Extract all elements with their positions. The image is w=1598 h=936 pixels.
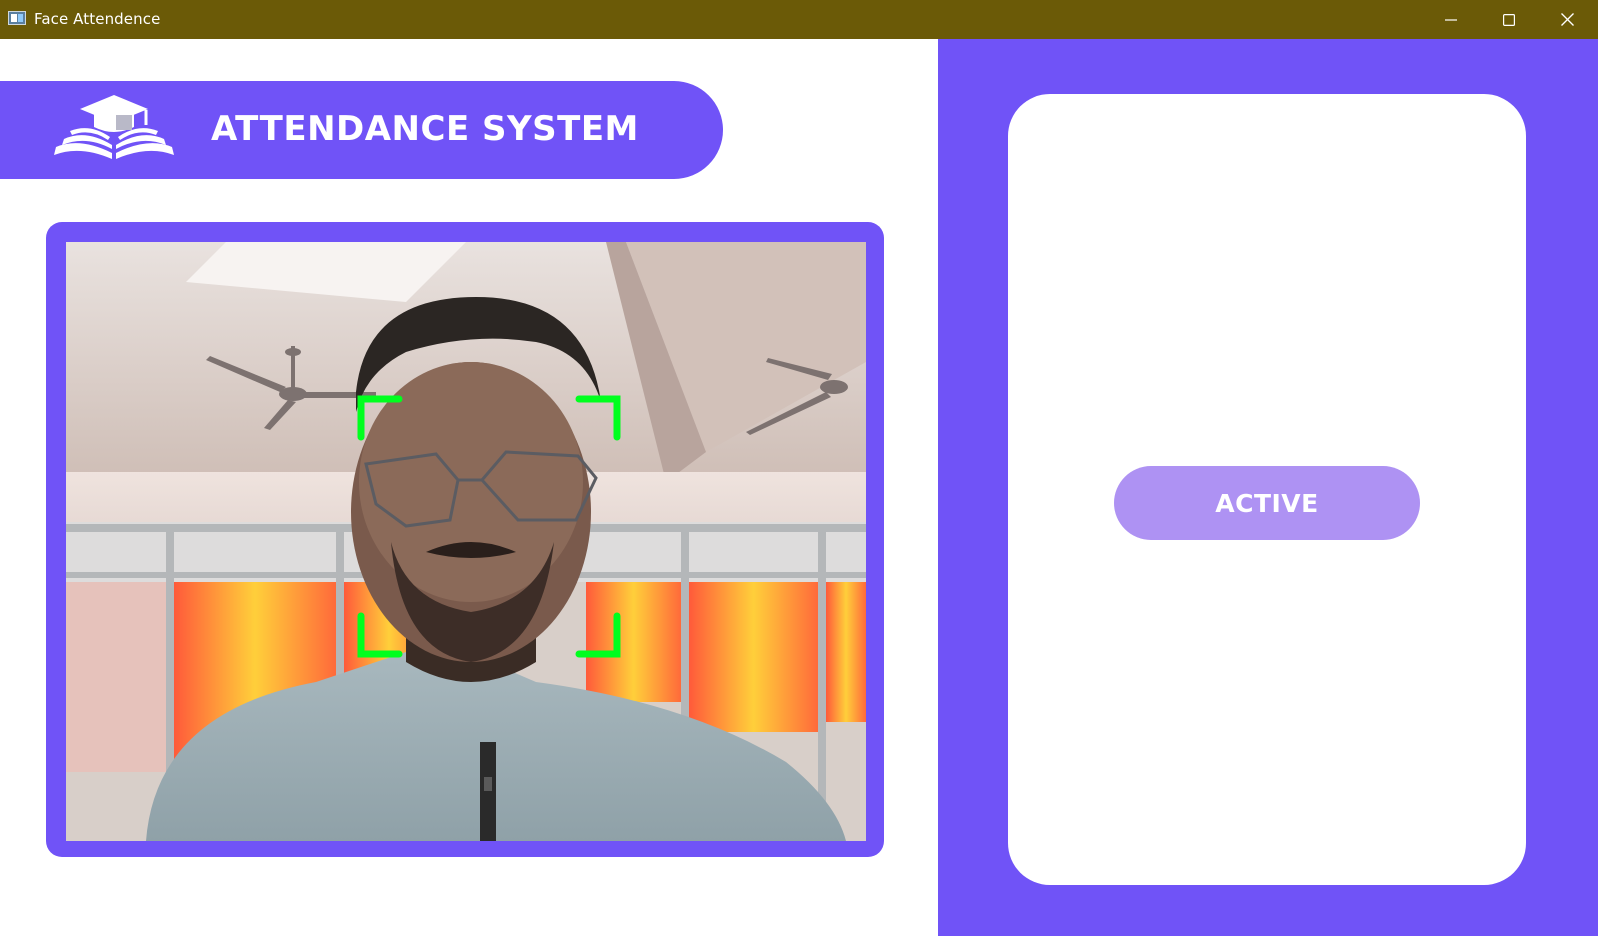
status-card: ACTIVE: [1008, 94, 1526, 885]
window-title: Face Attendence: [34, 10, 161, 28]
camera-image: [66, 242, 866, 841]
app-header: ATTENDANCE SYSTEM: [0, 81, 723, 179]
maximize-icon: [1503, 13, 1515, 26]
app-title: ATTENDANCE SYSTEM: [211, 109, 639, 149]
status-label: ACTIVE: [1215, 488, 1319, 518]
close-icon: [1560, 13, 1574, 26]
maximize-button[interactable]: [1480, 0, 1538, 39]
camera-frame: [46, 222, 884, 857]
title-bar: Face Attendence: [0, 0, 1598, 39]
minimize-button[interactable]: [1422, 0, 1480, 39]
minimize-icon: [1445, 18, 1457, 21]
status-badge: ACTIVE: [1114, 466, 1420, 540]
app-window-icon: [8, 11, 26, 25]
close-button[interactable]: [1538, 0, 1596, 39]
graduation-cap-book-icon: [54, 95, 174, 159]
status-panel: ACTIVE: [938, 39, 1598, 936]
camera-feed: [66, 242, 866, 841]
